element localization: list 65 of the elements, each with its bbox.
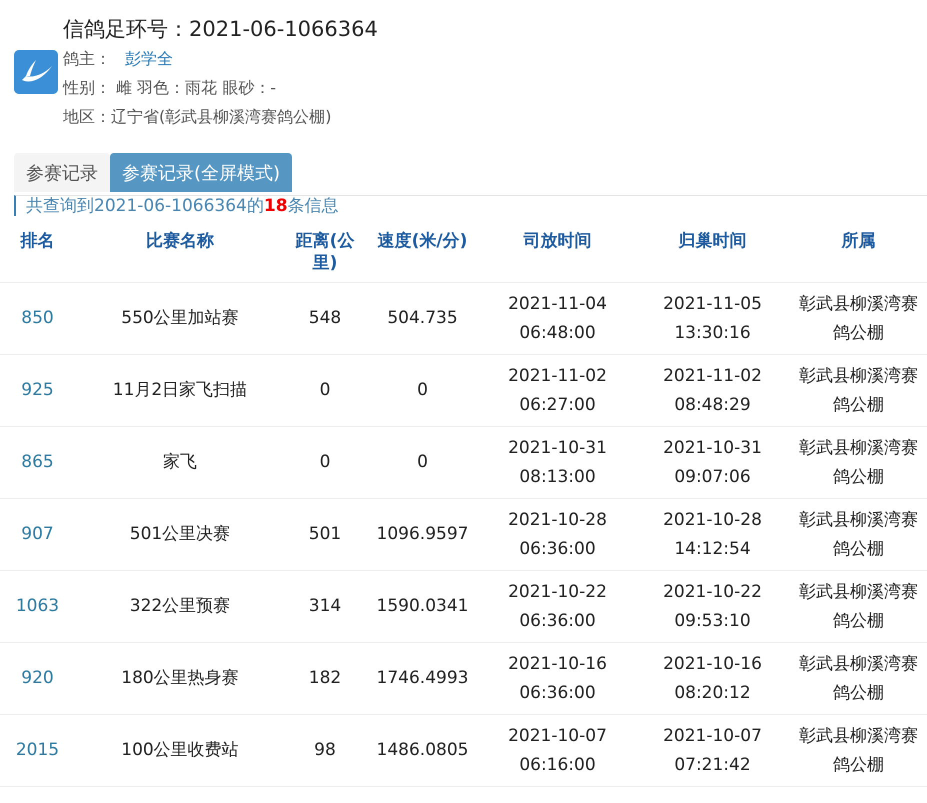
table-cell: 2021-10-22 09:53:10: [663, 582, 762, 630]
table-cell: 1096.9597: [376, 524, 468, 544]
bird-attributes: 性别： 雌 羽色：雨花 眼砂：-: [63, 77, 278, 99]
table-cell: 2021-10-31 08:13:00: [508, 438, 607, 486]
ring-number-title: 信鸽足环号：2021-06-1066364: [63, 16, 379, 43]
table-cell: 0: [320, 380, 330, 400]
table-cell: 0: [320, 452, 330, 472]
table-cell: 1486.0805: [376, 740, 468, 760]
table-cell: 180公里热身赛: [121, 668, 239, 688]
table-cell: 504.735: [387, 308, 458, 328]
table-cell: 100公里收费站: [121, 740, 239, 760]
table-cell: 0: [417, 452, 428, 472]
owner-link[interactable]: 彭学全: [125, 49, 173, 68]
region-text: 地区：辽宁省(彰武县柳溪湾赛鸽公棚): [63, 106, 332, 128]
table-cell: 322公里预赛: [130, 596, 230, 616]
table-cell: 彰武县柳溪湾赛鸽公棚: [799, 510, 918, 558]
table-cell: 0: [417, 380, 428, 400]
table-cell: 2021-11-02 08:48:29: [663, 366, 762, 414]
table-cell: 2021-11-05 13:30:16: [663, 294, 762, 342]
table-cell: 1590.0341: [376, 596, 468, 616]
rank-link[interactable]: 920: [21, 668, 54, 688]
table-cell: 98: [314, 740, 336, 760]
table-cell: 2021-10-28 06:36:00: [508, 510, 607, 558]
table-cell: 2021-10-31 09:07:06: [663, 438, 762, 486]
table-cell: 11月2日家飞扫描: [112, 380, 248, 400]
table-cell: 彰武县柳溪湾赛鸽公棚: [799, 582, 918, 630]
table-cell: 182: [308, 668, 342, 688]
table-cell: 彰武县柳溪湾赛鸽公棚: [799, 654, 918, 702]
table-cell: 501公里决赛: [130, 524, 230, 544]
table-cell: 550公里加站赛: [121, 308, 239, 328]
table-cell: 2021-10-07 07:21:42: [663, 726, 762, 774]
rank-link[interactable]: 865: [21, 452, 54, 472]
table-cell: 2021-10-07 06:16:00: [508, 726, 607, 774]
table-cell: 2021-10-16 06:36:00: [508, 654, 607, 702]
rank-link[interactable]: 1063: [16, 596, 60, 616]
table-cell: 2021-11-04 06:48:00: [508, 294, 607, 342]
table-cell: 2021-10-28 14:12:54: [663, 510, 762, 558]
table-cell: 314: [308, 596, 342, 616]
table-cell: 2021-10-22 06:36:00: [508, 582, 607, 630]
table-cell: 彰武县柳溪湾赛鸽公棚: [799, 438, 918, 486]
table-cell: 548: [308, 308, 342, 328]
column-header: 距离(公里): [296, 231, 354, 273]
table-cell: 501: [308, 524, 342, 544]
column-header: 速度(米/分): [378, 231, 468, 251]
table-cell: 彰武县柳溪湾赛鸽公棚: [799, 726, 918, 774]
column-header: 比赛名称: [146, 231, 214, 251]
column-header: 所属: [842, 231, 876, 251]
rank-link[interactable]: 925: [21, 380, 54, 400]
owner-label: 鸽主：: [63, 49, 111, 68]
table-cell: 彰武县柳溪湾赛鸽公棚: [799, 294, 918, 342]
result-summary: 共查询到2021-06-1066364的18条信息: [14, 195, 927, 216]
table-cell: 家飞: [163, 452, 197, 472]
rank-link[interactable]: 907: [21, 524, 54, 544]
table-cell: 1746.4993: [376, 668, 468, 688]
column-header: 归巢时间: [678, 231, 746, 251]
rank-link[interactable]: 850: [21, 308, 54, 328]
table-cell: 2021-10-16 08:20:12: [663, 654, 762, 702]
column-header: 排名: [20, 231, 54, 251]
column-header: 司放时间: [524, 231, 592, 251]
bird-logo-icon: [14, 50, 58, 94]
tab[interactable]: 参赛记录: [14, 153, 110, 192]
table-cell: 彰武县柳溪湾赛鸽公棚: [799, 366, 918, 414]
table-cell: 2021-11-02 06:27:00: [508, 366, 607, 414]
tab[interactable]: 参赛记录(全屏模式): [110, 153, 292, 192]
rank-link[interactable]: 2015: [16, 740, 60, 760]
